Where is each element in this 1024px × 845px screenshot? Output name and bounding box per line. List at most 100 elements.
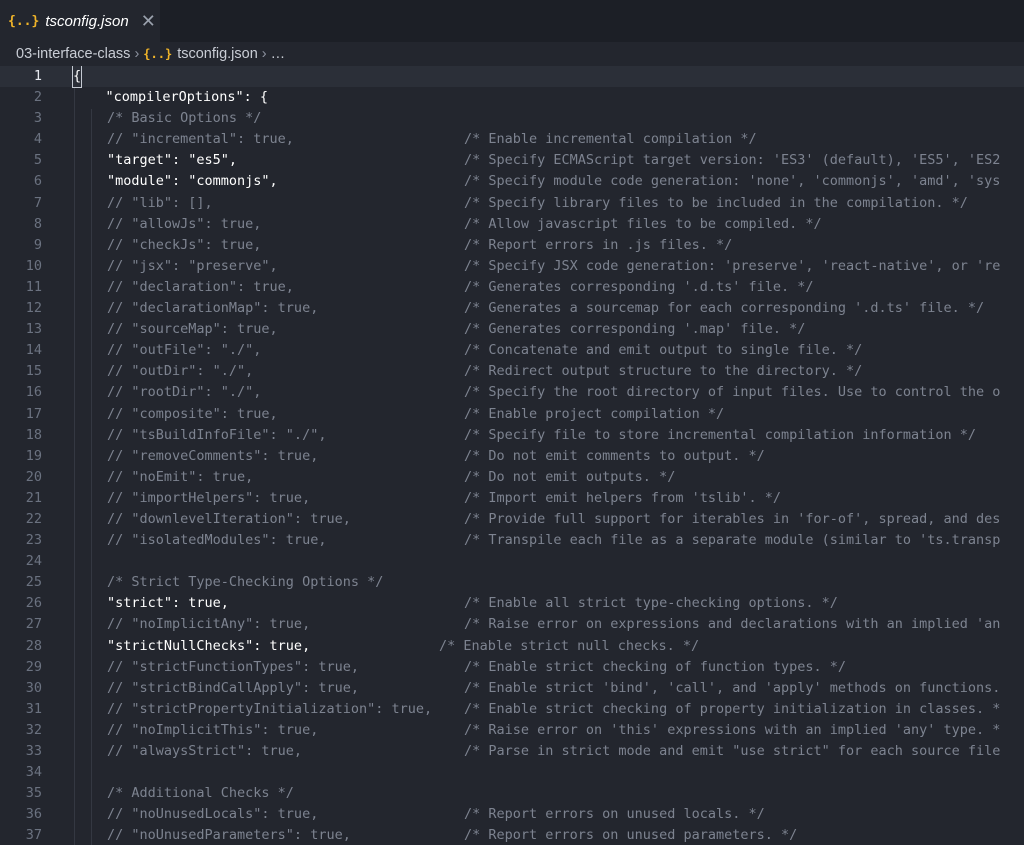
code-text: /* Additional Checks */ bbox=[107, 785, 294, 802]
code-line[interactable]: 11 // "declaration": true, /* Generates co… bbox=[0, 277, 1024, 298]
code-text: // "declarationMap": true, bbox=[107, 300, 319, 317]
code-comment: /* Report errors on unused parameters. *… bbox=[464, 827, 798, 844]
code-text: // "jsx": "preserve", bbox=[107, 257, 278, 274]
code-comment: /* Specify the root directory of input f… bbox=[464, 384, 1001, 401]
line-number: 18 bbox=[25, 426, 42, 443]
code-line[interactable]: 20 // "noEmit": true, /* Do not emit outpu… bbox=[0, 467, 1024, 488]
code-text: // "strictFunctionTypes": true, bbox=[107, 658, 359, 675]
code-text: "compilerOptions": { bbox=[89, 89, 268, 106]
code-text: // "strictPropertyInitialization": true, bbox=[107, 700, 433, 717]
code-comment: /* Provide full support for iterables in… bbox=[464, 510, 1001, 527]
code-text: // "rootDir": "./", bbox=[107, 384, 262, 401]
code-text: // "noEmit": true, bbox=[107, 468, 254, 485]
code-line[interactable]: 17 // "composite": true, /* Enable project… bbox=[0, 404, 1024, 425]
code-line[interactable]: 24 bbox=[0, 551, 1024, 572]
code-line[interactable]: 7 // "lib": [], /* Specify library files t… bbox=[0, 193, 1024, 214]
code-comment: /* Enable strict 'bind', 'call', and 'ap… bbox=[464, 679, 1001, 696]
code-line[interactable]: 12 // "declarationMap": true, /* Generates… bbox=[0, 298, 1024, 319]
line-number: 7 bbox=[33, 194, 42, 211]
code-line[interactable]: 22 // "downlevelIteration": true, /* Provi… bbox=[0, 509, 1024, 530]
code-text: // "tsBuildInfoFile": "./", bbox=[107, 426, 327, 443]
code-text: "module": "commonjs", bbox=[107, 173, 278, 190]
code-comment: /* Allow javascript files to be compiled… bbox=[464, 215, 822, 232]
code-line[interactable]: 4 // "incremental": true, /* Enable increm… bbox=[0, 129, 1024, 150]
code-comment: /* Concatenate and emit output to single… bbox=[464, 342, 863, 359]
code-line[interactable]: 10 // "jsx": "preserve", /* Specify JSX co… bbox=[0, 256, 1024, 277]
code-comment: /* Enable strict null checks. */ bbox=[439, 637, 700, 654]
code-line[interactable]: 2 "compilerOptions": { bbox=[0, 87, 1024, 108]
code-editor[interactable]: 1{2 "compilerOptions": {3/* Basic Option… bbox=[0, 66, 1024, 845]
code-line[interactable]: 15 // "outDir": "./", /* Redirect output s… bbox=[0, 361, 1024, 382]
code-line[interactable]: 34 bbox=[0, 762, 1024, 783]
code-line[interactable]: 21 // "importHelpers": true, /* Import emi… bbox=[0, 488, 1024, 509]
tab-bar: {..} tsconfig.json ✕ bbox=[0, 0, 1024, 42]
code-text: // "removeComments": true, bbox=[107, 447, 319, 464]
line-number: 20 bbox=[25, 468, 42, 485]
close-icon[interactable]: ✕ bbox=[141, 11, 156, 32]
code-line[interactable]: 27 // "noImplicitAny": true, /* Raise erro… bbox=[0, 614, 1024, 635]
code-line[interactable]: 26 "strict": true, /* Enable all strict ty… bbox=[0, 593, 1024, 614]
code-line[interactable]: 32 // "noImplicitThis": true, /* Raise err… bbox=[0, 720, 1024, 741]
code-line[interactable]: 29 // "strictFunctionTypes": true, /* Enab… bbox=[0, 657, 1024, 678]
breadcrumb-file[interactable]: tsconfig.json bbox=[177, 46, 258, 62]
code-line[interactable]: 31 // "strictPropertyInitialization": tru… bbox=[0, 699, 1024, 720]
code-line[interactable]: 35 /* Additional Checks */ bbox=[0, 783, 1024, 804]
line-number: 30 bbox=[25, 679, 42, 696]
code-comment: /* Do not emit comments to output. */ bbox=[464, 447, 765, 464]
code-line[interactable]: 5 "target": "es5", /* Specify ECMAScript t… bbox=[0, 150, 1024, 171]
breadcrumb: 03-interface-class › {..} tsconfig.json … bbox=[0, 42, 1024, 66]
code-text: // "importHelpers": true, bbox=[107, 489, 311, 506]
code-comment: /* Report errors on unused locals. */ bbox=[464, 806, 765, 823]
line-number: 8 bbox=[33, 215, 42, 232]
code-line[interactable]: 28 "strictNullChecks": true, /* Enable str… bbox=[0, 636, 1024, 657]
line-number: 19 bbox=[25, 447, 42, 464]
code-comment: /* Specify ECMAScript target version: 'E… bbox=[464, 152, 1001, 169]
code-text: // "checkJs": true, bbox=[107, 236, 262, 253]
code-line[interactable]: 19 // "removeComments": true, /* Do not em… bbox=[0, 446, 1024, 467]
code-line[interactable]: 1{ bbox=[0, 66, 1024, 89]
line-number: 26 bbox=[25, 595, 42, 612]
code-comment: /* Enable all strict type-checking optio… bbox=[464, 595, 838, 612]
json-file-icon: {..} bbox=[143, 47, 173, 61]
line-number: 17 bbox=[25, 405, 42, 422]
line-number: 36 bbox=[25, 806, 42, 823]
line-number: 31 bbox=[25, 700, 42, 717]
line-number: 25 bbox=[25, 574, 42, 591]
code-line[interactable]: 8 // "allowJs": true, /* Allow javascript … bbox=[0, 214, 1024, 235]
code-line[interactable]: 9 // "checkJs": true, /* Report errors in … bbox=[0, 235, 1024, 256]
code-comment: /* Parse in strict mode and emit "use st… bbox=[464, 743, 1001, 759]
code-text: // "strictBindCallApply": true, bbox=[107, 679, 359, 696]
code-line[interactable]: 37 // "noUnusedParameters": true, /* Repor… bbox=[0, 825, 1024, 845]
code-text: // "outFile": "./", bbox=[107, 342, 262, 359]
code-line[interactable]: 23 // "isolatedModules": true, /* Transpil… bbox=[0, 530, 1024, 551]
code-line[interactable]: 13 // "sourceMap": true, /* Generates corr… bbox=[0, 319, 1024, 340]
code-line[interactable]: 33 // "alwaysStrict": true, /* Parse in st… bbox=[0, 741, 1024, 762]
code-line[interactable]: 18 // "tsBuildInfoFile": "./", /* Specify … bbox=[0, 425, 1024, 446]
code-comment: /* Transpile each file as a separate mod… bbox=[464, 532, 1001, 549]
code-comment: /* Specify file to store incremental com… bbox=[464, 426, 977, 443]
code-line[interactable]: 16 // "rootDir": "./", /* Specify the root… bbox=[0, 382, 1024, 403]
code-line[interactable]: 30 // "strictBindCallApply": true, /* Enab… bbox=[0, 678, 1024, 699]
code-text: "strictNullChecks": true, bbox=[107, 637, 311, 654]
code-line[interactable]: 25 /* Strict Type-Checking Options */ bbox=[0, 572, 1024, 593]
line-number: 1 bbox=[33, 68, 42, 84]
code-comment: /* Generates corresponding '.map' file. … bbox=[464, 321, 806, 338]
code-text: /* Basic Options */ bbox=[107, 110, 262, 127]
code-line[interactable]: 14 // "outFile": "./", /* Concatenate and … bbox=[0, 340, 1024, 361]
breadcrumb-more[interactable]: … bbox=[271, 46, 286, 62]
tab-title[interactable]: tsconfig.json bbox=[45, 13, 128, 30]
code-comment: /* Enable strict checking of function ty… bbox=[464, 658, 847, 675]
chevron-right-icon: › bbox=[261, 46, 267, 62]
breadcrumb-folder[interactable]: 03-interface-class bbox=[16, 46, 130, 62]
line-number: 2 bbox=[33, 89, 42, 106]
code-line[interactable]: 36 // "noUnusedLocals": true, /* Report er… bbox=[0, 804, 1024, 825]
line-number: 9 bbox=[33, 236, 42, 253]
code-line[interactable]: 3 /* Basic Options */ bbox=[0, 108, 1024, 129]
code-text: // "noImplicitThis": true, bbox=[107, 721, 319, 738]
line-number: 34 bbox=[25, 764, 42, 781]
code-comment: /* Enable project compilation */ bbox=[464, 405, 725, 422]
line-number: 35 bbox=[25, 785, 42, 802]
code-line[interactable]: 6 "module": "commonjs", /* Specify module … bbox=[0, 171, 1024, 192]
code-text: // "noImplicitAny": true, bbox=[107, 616, 311, 633]
tab-tsconfig[interactable]: {..} tsconfig.json ✕ bbox=[0, 0, 160, 42]
